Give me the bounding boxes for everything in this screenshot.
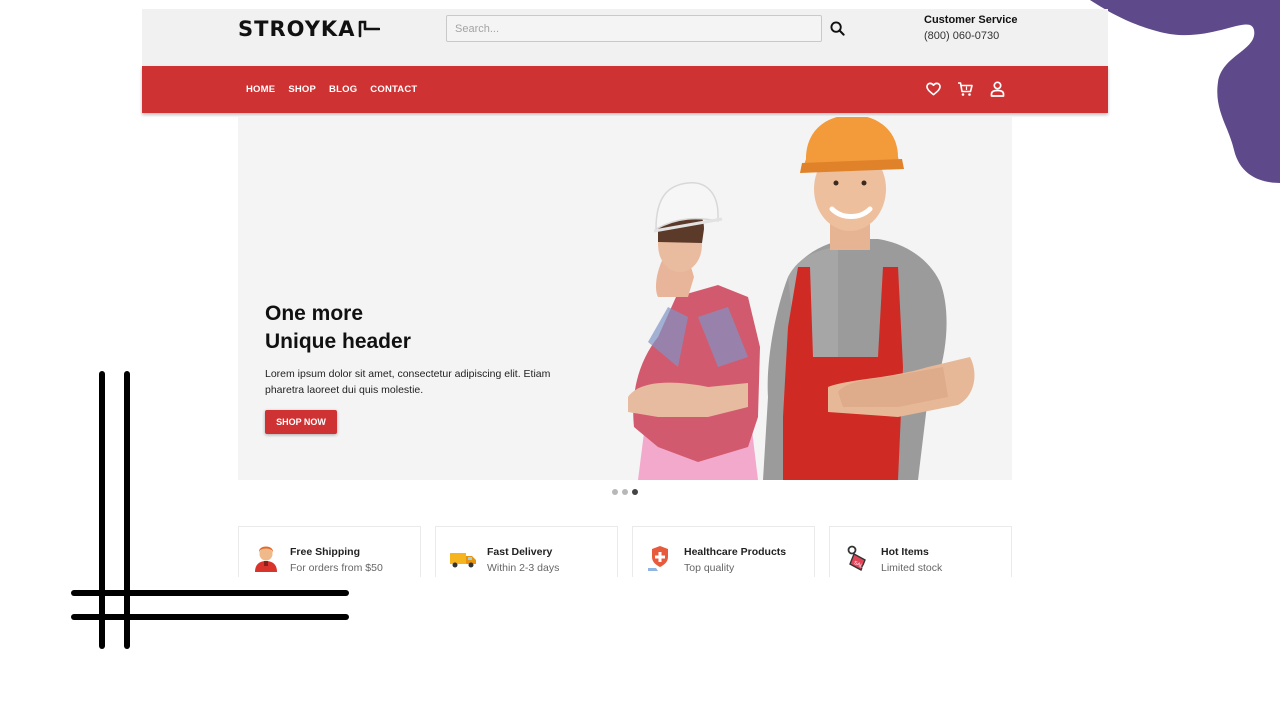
price-tag-icon: SALE [847,545,867,571]
heart-icon [925,82,941,96]
paint-roller-icon [359,20,381,38]
nav-icons [924,80,1006,98]
nav-shop[interactable]: SHOP [288,84,316,95]
feature-card: Fast Delivery Within 2-3 days [435,526,618,577]
health-shield-icon [648,546,668,571]
customer-service-phone[interactable]: (800) 060-0730 [924,27,1018,45]
feature-title: Fast Delivery [487,546,553,558]
nav-blog[interactable]: BLOG [329,84,357,95]
logo-text: STROYKA [238,17,356,41]
search-icon [829,21,845,36]
customer-service: Customer Service (800) 060-0730 [924,13,1018,45]
account-button[interactable] [988,80,1006,98]
website-header: STROYKA Customer Service (800) 060-0730 [142,9,1108,113]
user-icon [990,81,1004,97]
features-row: Free Shipping For orders from $50 Fast D… [238,526,1012,577]
support-agent-icon [255,546,277,572]
hero-title: One more Unique header [265,300,411,356]
top-bar: STROYKA Customer Service (800) 060-0730 [142,9,1108,66]
feature-title: Free Shipping [290,546,361,558]
slider-dots [612,489,638,495]
feature-title: Hot Items [881,546,929,558]
feature-card: Healthcare Products Top quality [632,526,815,577]
slider-dot-3[interactable] [632,489,638,495]
wishlist-button[interactable] [924,80,942,98]
delivery-truck-icon [450,553,476,568]
feature-subtitle: Limited stock [881,562,943,574]
man-worker-figure [763,117,975,480]
construction-workers-image [628,117,975,480]
hero-title-line1: One more [265,302,364,325]
decorative-purple-blob [1090,0,1280,183]
main-nav: HOME SHOP BLOG CONTACT [142,66,1108,113]
site-logo[interactable]: STROYKA [238,17,381,41]
nav-links: HOME SHOP BLOG CONTACT [246,66,430,113]
slider-dot-2[interactable] [622,489,628,495]
cart-icon [958,82,973,96]
slider-dot-1[interactable] [612,489,618,495]
nav-contact[interactable]: CONTACT [370,84,417,95]
slide-canvas: STROYKA Customer Service (800) 060-0730 [0,0,1280,720]
feature-subtitle: For orders from $50 [290,562,383,574]
woman-worker-figure [628,182,760,480]
feature-title: Healthcare Products [684,546,787,558]
shop-now-button[interactable]: SHOP NOW [265,410,337,434]
search-button[interactable] [828,20,846,38]
nav-home[interactable]: HOME [246,84,275,95]
feature-card: SALE Hot Items Limited stock [829,526,1012,577]
feature-card: Free Shipping For orders from $50 [238,526,421,577]
hero-text: Lorem ipsum dolor sit amet, consectetur … [265,368,551,396]
hero-title-line2: Unique header [265,330,411,353]
cart-button[interactable] [956,80,974,98]
search-input[interactable] [446,15,822,42]
feature-subtitle: Within 2-3 days [487,562,560,574]
customer-service-title: Customer Service [924,14,1018,26]
search-bar [446,15,846,42]
feature-subtitle: Top quality [684,562,735,574]
hero-banner: One more Unique header Lorem ipsum dolor… [238,117,1012,480]
